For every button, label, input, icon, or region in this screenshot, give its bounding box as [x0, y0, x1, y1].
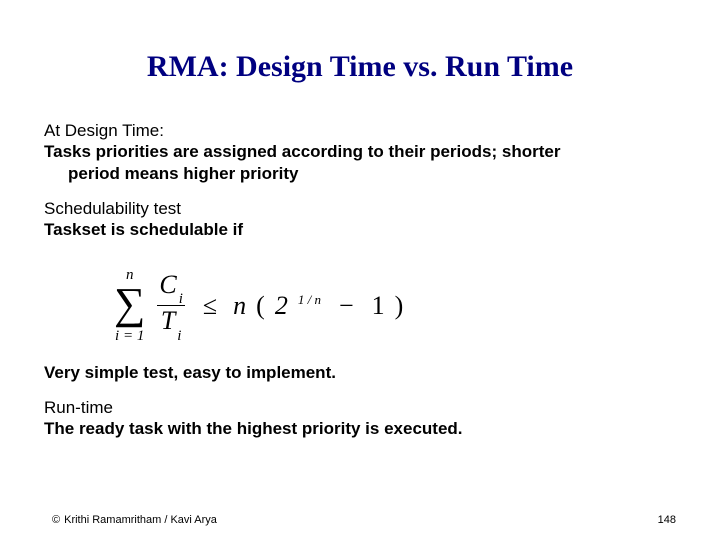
rhs-exp: 1 / n — [298, 292, 321, 308]
fraction-denominator: Ti — [159, 306, 184, 339]
sigma-lower: i = 1 — [115, 323, 144, 344]
schedulability-line1: Taskset is schedulable if — [44, 219, 676, 240]
fraction: Ci Ti — [155, 272, 187, 339]
sigma-block: n ∑ i = 1 — [114, 268, 145, 343]
simple-test-line: Very simple test, easy to implement. — [44, 362, 676, 383]
page-number: 148 — [658, 514, 676, 526]
rparen: ) — [395, 290, 404, 323]
rhs-one: 1 — [372, 290, 385, 323]
den-sub: i — [175, 328, 181, 344]
schedulability-heading: Schedulability test — [44, 198, 676, 219]
design-time-line2: period means higher priority — [44, 163, 676, 184]
design-time-section: At Design Time: Tasks priorities are ass… — [44, 120, 676, 184]
rhs-n: n — [233, 290, 246, 323]
num-sub: i — [177, 291, 183, 307]
runtime-heading: Run-time — [44, 397, 676, 418]
num-var: C — [159, 270, 176, 299]
leq-operator: ≤ — [197, 290, 223, 323]
footer-credit: © Krithi Ramamritham / Kavi Arya — [52, 514, 217, 526]
rhs-base: 2 — [275, 290, 288, 323]
design-time-heading: At Design Time: — [44, 120, 676, 141]
schedulability-formula: n ∑ i = 1 Ci Ti ≤ n (2 1 / n −1) — [44, 254, 676, 361]
schedulability-section: Schedulability test Taskset is schedulab… — [44, 198, 676, 241]
slide-title: RMA: Design Time vs. Run Time — [44, 50, 676, 84]
copyright-icon: © — [52, 514, 60, 526]
runtime-section: Run-time The ready task with the highest… — [44, 397, 676, 440]
design-time-line1: Tasks priorities are assigned according … — [44, 141, 676, 162]
fraction-numerator: Ci — [157, 272, 185, 305]
slide-footer: © Krithi Ramamritham / Kavi Arya 148 — [52, 514, 676, 526]
lparen: ( — [256, 290, 265, 323]
slide: RMA: Design Time vs. Run Time At Design … — [0, 0, 720, 540]
slide-body: At Design Time: Tasks priorities are ass… — [44, 120, 676, 439]
footer-credit-text: Krithi Ramamritham / Kavi Arya — [64, 514, 217, 526]
sigma-symbol: ∑ — [114, 285, 145, 322]
minus-operator: − — [331, 290, 362, 323]
den-var: T — [161, 306, 175, 335]
runtime-line1: The ready task with the highest priority… — [44, 418, 676, 439]
